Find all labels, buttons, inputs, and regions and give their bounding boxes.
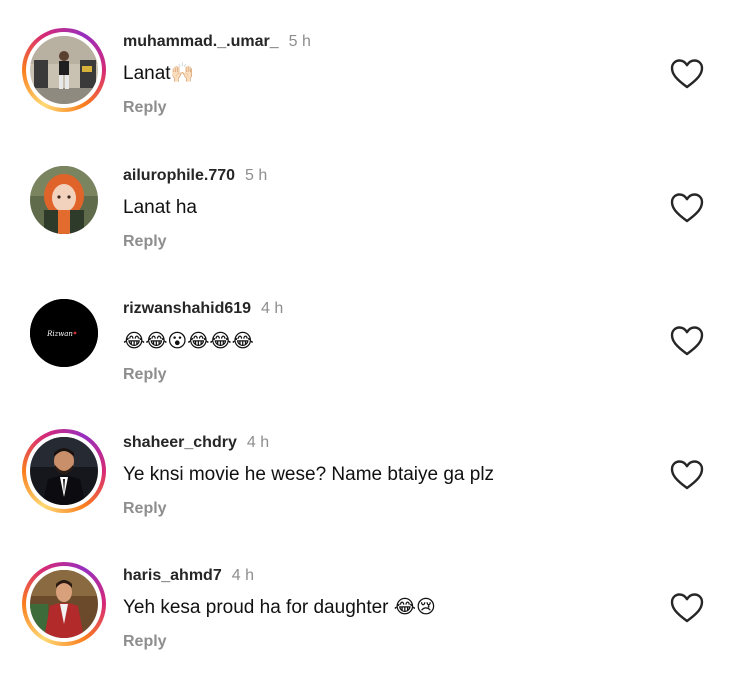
svg-text:Rizwan: Rizwan xyxy=(46,330,73,338)
avatar[interactable]: Rizwan xyxy=(30,299,98,367)
avatar-story-ring[interactable] xyxy=(22,562,106,646)
reply-button[interactable]: Reply xyxy=(123,232,167,252)
comment-meta: haris_ahmd7 4 h xyxy=(123,566,254,586)
heart-outline-icon[interactable] xyxy=(670,58,704,90)
orange-hair-girl-avatar-icon xyxy=(30,166,98,234)
comment-text: Lanat ha xyxy=(123,197,197,218)
username[interactable]: rizwanshahid619 xyxy=(123,300,251,317)
heart-outline-icon[interactable] xyxy=(670,459,704,491)
comment-text: Yeh kesa proud ha for daughter 😂😢 xyxy=(123,597,436,618)
man-in-red-jacket-avatar-icon xyxy=(30,570,98,638)
heart-outline-icon[interactable] xyxy=(670,592,704,624)
comment-text: Ye knsi movie he wese? Name btaiye ga pl… xyxy=(123,464,495,485)
avatar xyxy=(30,437,98,505)
comment-text: Lanat🙌🏻 xyxy=(123,63,195,84)
comment-item: Rizwan rizwanshahid619 4 h 😂😂😮😂😂😂 Reply xyxy=(0,271,740,404)
comment-time: 4 h xyxy=(231,567,254,584)
avatar xyxy=(30,36,98,104)
avatar[interactable] xyxy=(30,166,98,234)
comment-item: ailurophile.770 5 h Lanat ha Reply xyxy=(0,138,740,271)
username[interactable]: haris_ahmd7 xyxy=(123,567,222,584)
person-photo-avatar-icon xyxy=(30,36,98,104)
comment-item: muhammad._.umar_ 5 h Lanat🙌🏻 Reply xyxy=(0,4,740,137)
black-signature-avatar-icon: Rizwan xyxy=(30,299,98,367)
comment-meta: ailurophile.770 5 h xyxy=(123,166,267,186)
comment-item: shaheer_chdry 4 h Ye knsi movie he wese? … xyxy=(0,405,740,538)
username[interactable]: ailurophile.770 xyxy=(123,167,235,184)
avatar-story-ring[interactable] xyxy=(22,28,106,112)
username[interactable]: muhammad._.umar_ xyxy=(123,33,279,50)
reply-button[interactable]: Reply xyxy=(123,365,167,385)
comment-text: 😂😂😮😂😂😂 xyxy=(123,330,254,352)
avatar-story-ring[interactable] xyxy=(22,429,106,513)
man-in-suit-avatar-icon xyxy=(30,437,98,505)
reply-button[interactable]: Reply xyxy=(123,98,167,118)
username[interactable]: shaheer_chdry xyxy=(123,434,237,451)
comment-meta: muhammad._.umar_ 5 h xyxy=(123,32,311,52)
avatar xyxy=(30,570,98,638)
heart-outline-icon[interactable] xyxy=(670,192,704,224)
comment-time: 5 h xyxy=(245,167,268,184)
reply-button[interactable]: Reply xyxy=(123,499,167,519)
comment-time: 5 h xyxy=(288,33,311,50)
comment-time: 4 h xyxy=(261,300,284,317)
comment-time: 4 h xyxy=(246,434,270,451)
comment-meta: shaheer_chdry 4 h xyxy=(123,433,269,453)
reply-button[interactable]: Reply xyxy=(123,632,167,652)
heart-outline-icon[interactable] xyxy=(670,325,704,357)
comment-meta: rizwanshahid619 4 h xyxy=(123,299,283,319)
comment-item: haris_ahmd7 4 h Yeh kesa proud ha for dau… xyxy=(0,538,740,671)
